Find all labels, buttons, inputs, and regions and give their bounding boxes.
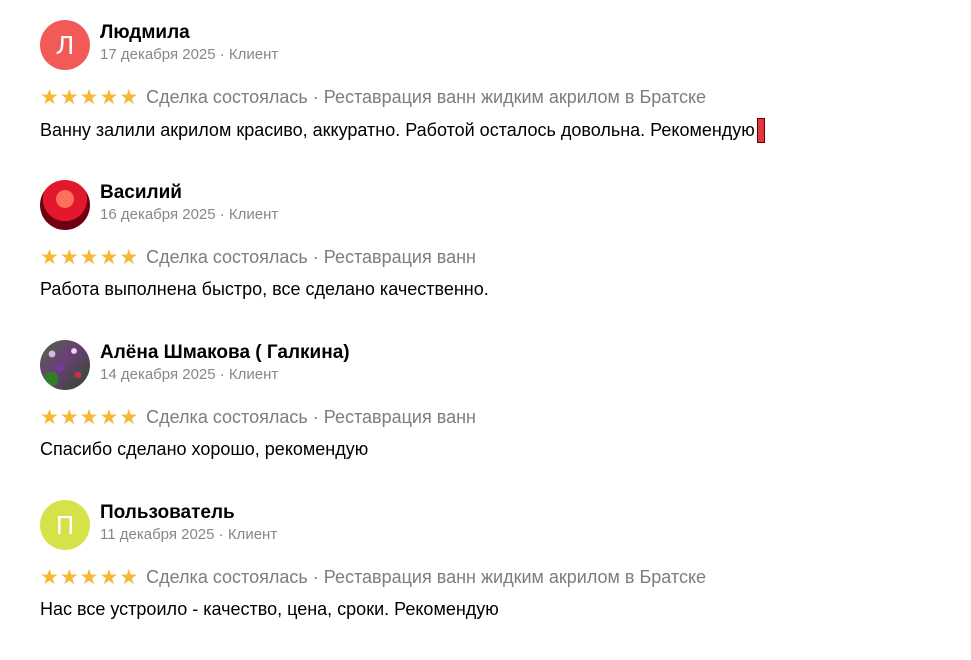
star-icon: ★ [119, 245, 139, 269]
rating-stars: ★ ★ ★ ★ ★ [40, 566, 138, 588]
rating-stars: ★ ★ ★ ★ ★ [40, 406, 138, 428]
review-item: Алёна Шмакова ( Галкина) 14 декабря 2025… [40, 340, 960, 500]
star-icon: ★ [59, 565, 79, 589]
deal-info: Сделка состоялась · Реставрация ванн жид… [146, 87, 707, 107]
star-icon: ★ [59, 85, 79, 109]
star-icon: ★ [40, 405, 59, 429]
star-icon: ★ [119, 405, 139, 429]
avatar-initial: П [55, 510, 75, 540]
author-meta-block: Алёна Шмакова ( Галкина) 14 декабря 2025… [100, 341, 350, 384]
star-icon: ★ [79, 565, 99, 589]
star-icon: ★ [79, 405, 99, 429]
review-text: Ванну залили акрилом красиво, аккуратно.… [40, 118, 960, 143]
avatar[interactable]: П [40, 500, 90, 550]
rating-stars: ★ ★ ★ ★ ★ [40, 246, 138, 268]
author-meta-block: Василий 16 декабря 2025 · Клиент [100, 181, 278, 224]
star-icon: ★ [40, 565, 59, 589]
avatar[interactable] [40, 340, 90, 390]
star-icon: ★ [119, 565, 139, 589]
author-name[interactable]: Людмила [100, 21, 278, 45]
star-icon: ★ [79, 245, 99, 269]
review-header: П Пользователь 11 декабря 2025 · Клиент [40, 500, 960, 552]
review-text: Работа выполнена быстро, все сделано кач… [40, 279, 489, 299]
author-name[interactable]: Пользователь [100, 501, 277, 525]
star-icon: ★ [59, 245, 79, 269]
author-name[interactable]: Василий [100, 181, 278, 205]
rating-line: ★ ★ ★ ★ ★ Сделка состоялась · Реставраци… [40, 85, 960, 109]
review-header: Василий 16 декабря 2025 · Клиент [40, 180, 960, 232]
rating-line: ★ ★ ★ ★ ★ Сделка состоялась · Реставраци… [40, 245, 960, 269]
star-icon: ★ [40, 245, 59, 269]
author-meta-block: Людмила 17 декабря 2025 · Клиент [100, 21, 278, 64]
review-meta: 16 декабря 2025 · Клиент [100, 206, 279, 223]
star-icon: ★ [59, 405, 79, 429]
avatar-initial: Л [55, 30, 75, 60]
avatar[interactable]: Л [40, 20, 90, 70]
star-icon: ★ [99, 565, 119, 589]
review-item: П Пользователь 11 декабря 2025 · Клиент … [40, 500, 960, 660]
review-meta: 11 декабря 2025 · Клиент [100, 526, 278, 543]
review-item: Василий 16 декабря 2025 · Клиент ★ ★ ★ ★… [40, 180, 960, 340]
review-text: Нас все устроило - качество, цена, сроки… [40, 599, 499, 619]
review-meta: 14 декабря 2025 · Клиент [100, 366, 279, 383]
rating-line: ★ ★ ★ ★ ★ Сделка состоялась · Реставраци… [40, 405, 960, 429]
star-icon: ★ [99, 85, 119, 109]
star-icon: ★ [99, 405, 119, 429]
star-icon: ★ [99, 245, 119, 269]
star-icon: ★ [79, 85, 99, 109]
deal-info: Сделка состоялась · Реставрация ванн жид… [146, 567, 707, 587]
review-text-content: Ванну залили акрилом красиво, аккуратно.… [40, 120, 755, 140]
reviews-list: Л Людмила 17 декабря 2025 · Клиент ★ ★ ★… [40, 20, 960, 660]
star-icon: ★ [40, 85, 59, 109]
author-meta-block: Пользователь 11 декабря 2025 · Клиент [100, 501, 277, 544]
review-header: Л Людмила 17 декабря 2025 · Клиент [40, 20, 960, 72]
review-text: Спасибо сделано хорошо, рекомендую [40, 439, 369, 459]
deal-info: Сделка состоялась · Реставрация ванн [146, 407, 476, 427]
star-icon: ★ [119, 85, 139, 109]
review-header: Алёна Шмакова ( Галкина) 14 декабря 2025… [40, 340, 960, 392]
deal-info: Сделка состоялась · Реставрация ванн [146, 247, 476, 267]
rating-stars: ★ ★ ★ ★ ★ [40, 86, 138, 108]
review-item: Л Людмила 17 декабря 2025 · Клиент ★ ★ ★… [40, 20, 960, 180]
rating-line: ★ ★ ★ ★ ★ Сделка состоялась · Реставраци… [40, 565, 960, 589]
avatar[interactable] [40, 180, 90, 230]
review-meta: 17 декабря 2025 · Клиент [100, 46, 279, 63]
author-name[interactable]: Алёна Шмакова ( Галкина) [100, 341, 350, 365]
red-exclamation-icon [756, 118, 765, 143]
